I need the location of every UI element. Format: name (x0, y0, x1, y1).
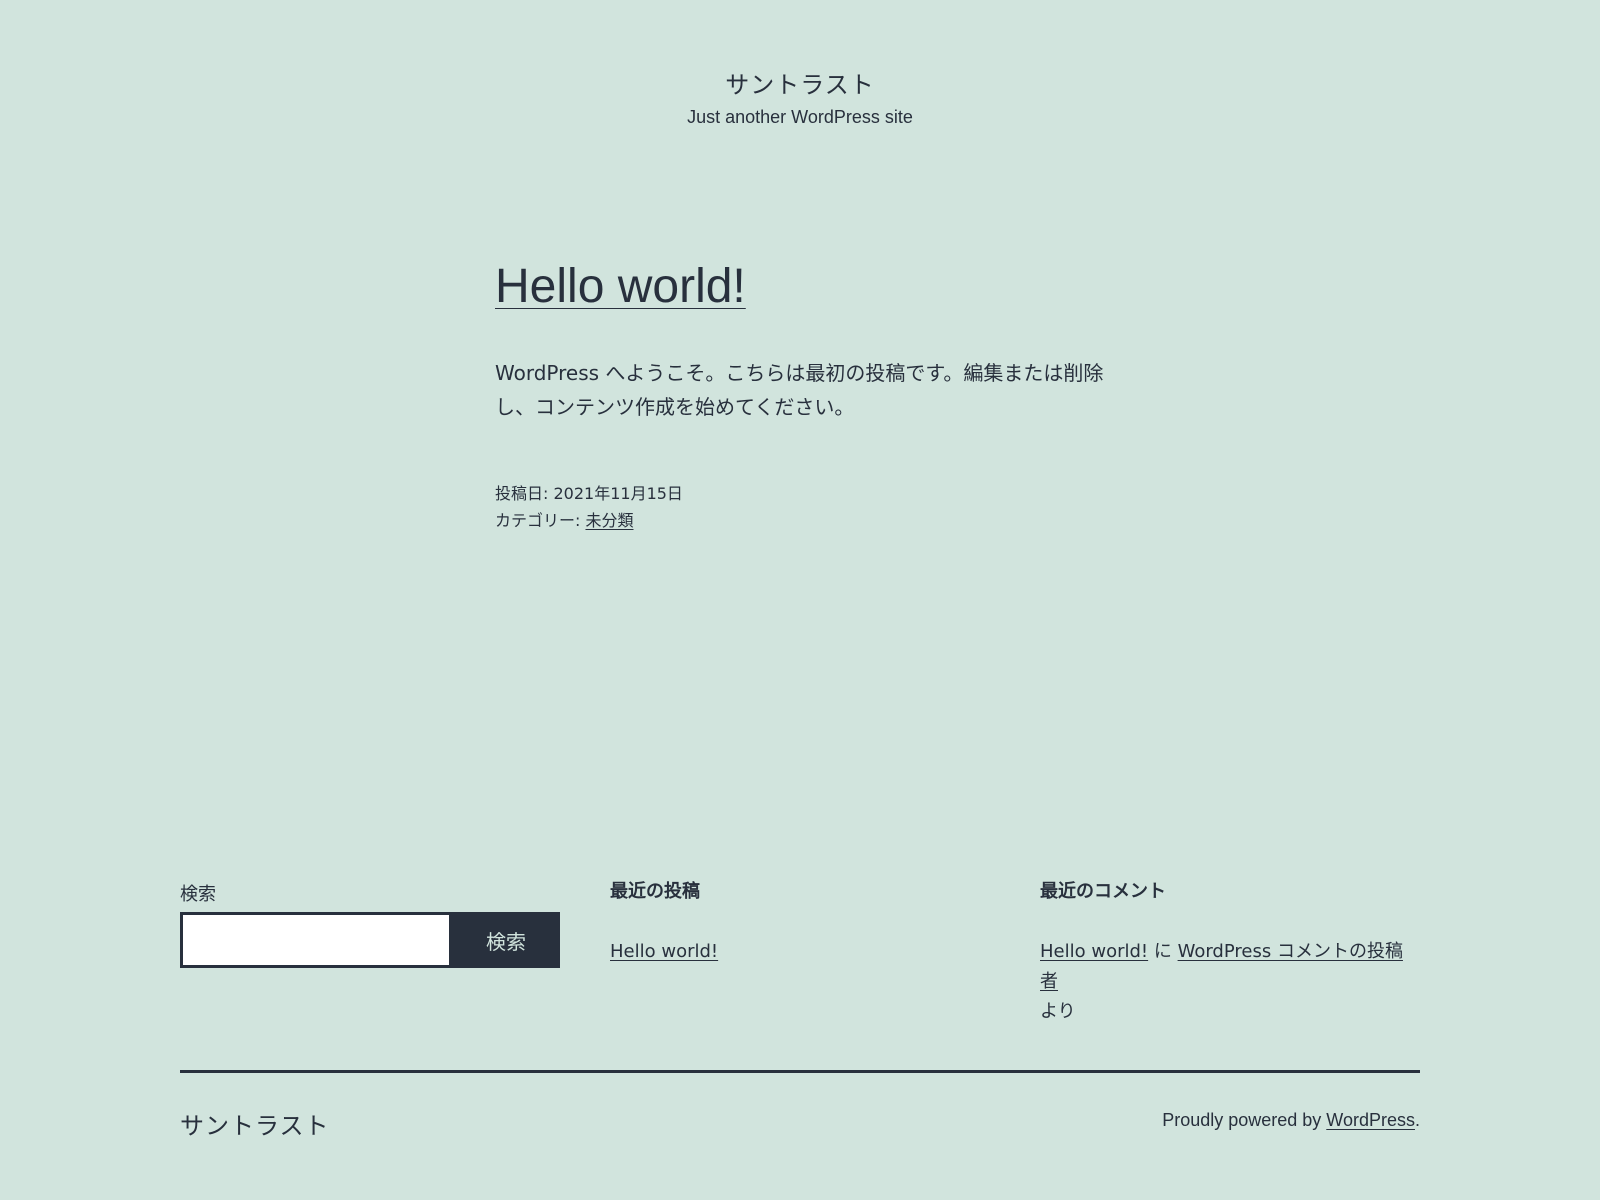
footer-divider (180, 1070, 1420, 1073)
posted-on: 投稿日: 2021年11月15日 (495, 480, 1105, 507)
search-widget: 検索 検索 (180, 880, 610, 1027)
post-title-link[interactable]: Hello world! (495, 260, 746, 313)
widget-area: 検索 検索 最近の投稿 Hello world! 最近のコメント Hello w… (180, 880, 1420, 1027)
recent-posts-list: Hello world! (610, 937, 1040, 967)
post-title: Hello world! (495, 258, 1105, 316)
list-item: Hello world! に WordPress コメントの投稿者 より (1040, 937, 1420, 1027)
post-content-text: WordPress へようこそ。こちらは最初の投稿です。編集または削除し、コンテ… (495, 360, 1104, 419)
recent-comments-title: 最近のコメント (1040, 881, 1166, 902)
recent-posts-widget: 最近の投稿 Hello world! (610, 880, 1040, 1027)
powered-suffix: . (1414, 1110, 1420, 1130)
posted-on-date: 2021年11月15日 (553, 483, 683, 503)
footer-site-title[interactable]: サントラスト (180, 1106, 330, 1141)
list-item: Hello world! (610, 937, 1040, 967)
search-label: 検索 (180, 884, 216, 905)
category-label: カテゴリー: (495, 510, 586, 530)
comment-connector: に (1148, 941, 1178, 963)
recent-post-link[interactable]: Hello world! (610, 941, 718, 962)
comment-suffix: より (1040, 1001, 1076, 1023)
post-category: カテゴリー: 未分類 (495, 507, 1105, 534)
search-form: 検索 (180, 912, 560, 968)
recent-posts-title: 最近の投稿 (610, 881, 700, 902)
site-title[interactable]: サントラスト (0, 70, 1600, 101)
powered-by: Proudly powered by WordPress. (1162, 1110, 1420, 1131)
comment-post-link[interactable]: Hello world! (1040, 941, 1148, 962)
wordpress-link[interactable]: WordPress (1326, 1110, 1415, 1130)
recent-comments-widget: 最近のコメント Hello world! に WordPress コメントの投稿… (1040, 880, 1420, 1027)
category-link[interactable]: 未分類 (585, 511, 633, 530)
post-meta: 投稿日: 2021年11月15日 カテゴリー: 未分類 (495, 480, 1105, 534)
site-header: サントラスト Just another WordPress site (0, 70, 1600, 128)
powered-prefix: Proudly powered by (1162, 1110, 1327, 1130)
post-entry: Hello world! WordPress へようこそ。こちらは最初の投稿です… (495, 258, 1105, 534)
search-input[interactable] (180, 912, 452, 968)
posted-on-label: 投稿日: (495, 483, 554, 503)
site-description: Just another WordPress site (687, 107, 913, 128)
post-content: WordPress へようこそ。こちらは最初の投稿です。編集または削除し、コンテ… (495, 356, 1105, 424)
recent-comments-list: Hello world! に WordPress コメントの投稿者 より (1040, 937, 1420, 1027)
search-button[interactable]: 検索 (452, 912, 560, 968)
